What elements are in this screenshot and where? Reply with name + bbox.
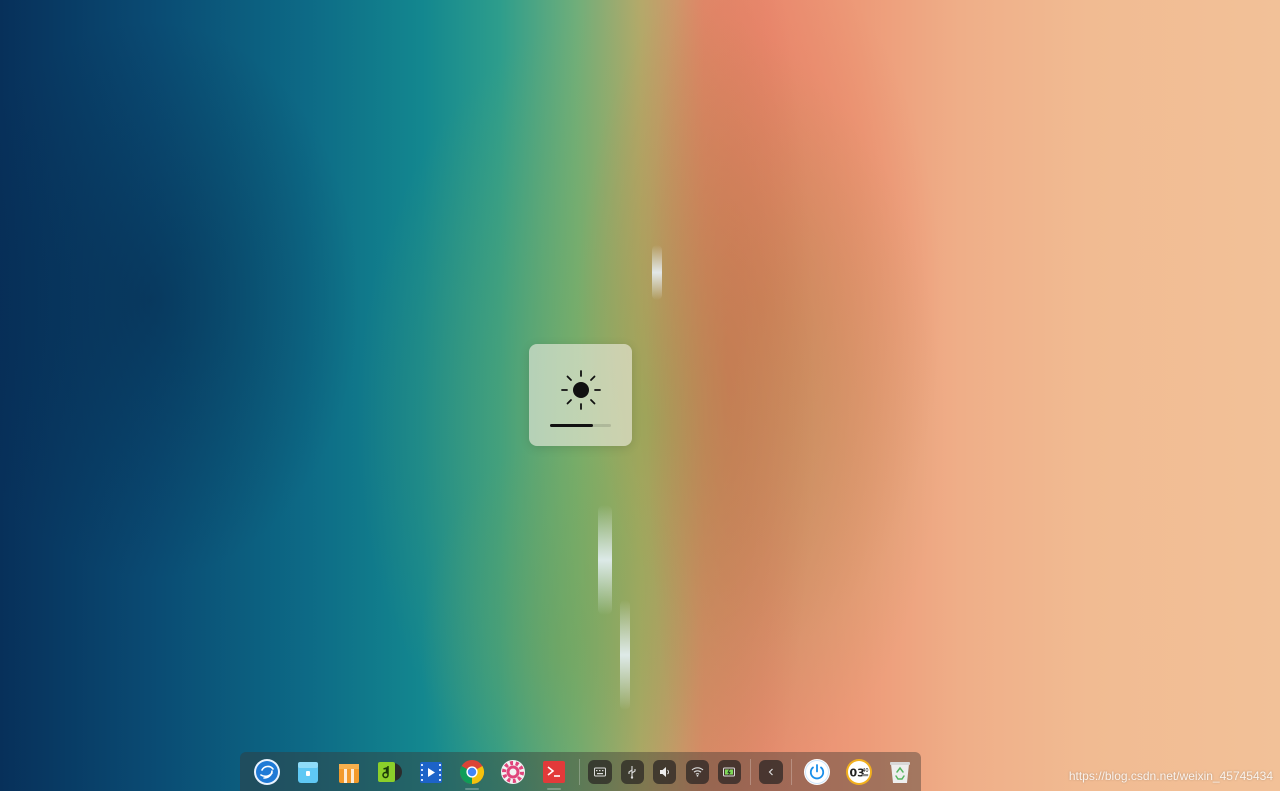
chevron-left-icon [768, 768, 773, 775]
wifi-icon [691, 767, 704, 777]
battery-icon [723, 767, 736, 776]
chrome-button[interactable] [452, 752, 493, 791]
tray-expand-button[interactable] [759, 759, 783, 784]
watermark-text: https://blog.csdn.net/weixin_45745434 [1068, 769, 1273, 783]
clock-icon: 03 40 [845, 758, 872, 785]
settings-icon [499, 758, 527, 786]
keyboard-icon [594, 767, 607, 776]
volume-tray-button[interactable] [653, 759, 677, 784]
terminal-icon [540, 758, 568, 786]
wallpaper [0, 0, 1280, 791]
app-store-button[interactable] [328, 752, 369, 791]
clock-widget[interactable]: 03 40 [838, 752, 880, 791]
wave-foam [652, 245, 662, 300]
usb-icon [628, 765, 637, 779]
power-button[interactable] [796, 752, 838, 791]
sun-icon [561, 370, 601, 410]
running-indicator [547, 788, 562, 790]
keyboard-tray-button[interactable] [588, 759, 612, 784]
music-button[interactable] [369, 752, 410, 791]
trash-button[interactable] [879, 752, 921, 791]
brightness-level-track [550, 424, 611, 427]
brightness-level-fill [550, 424, 593, 427]
music-icon [376, 758, 404, 786]
dock-separator [791, 758, 793, 785]
usb-tray-button[interactable] [620, 759, 645, 784]
deepin-launcher-icon [253, 758, 281, 786]
volume-icon [659, 766, 669, 777]
brightness-osd [529, 344, 632, 446]
file-manager-button[interactable] [287, 752, 328, 791]
power-icon [804, 758, 831, 785]
app-store-icon [335, 758, 363, 786]
wave-foam [620, 600, 630, 710]
dock: 03 40 [240, 752, 921, 791]
trash-icon [890, 761, 911, 783]
dock-separator [578, 758, 580, 785]
wifi-tray-button[interactable] [685, 759, 709, 784]
settings-button[interactable] [493, 752, 534, 791]
running-indicator [465, 788, 480, 790]
wave-foam [598, 505, 612, 615]
terminal-button[interactable] [534, 752, 575, 791]
launcher-button[interactable] [246, 752, 287, 791]
svg-text:40: 40 [862, 768, 868, 774]
dock-separator [749, 758, 751, 785]
chrome-icon [458, 758, 486, 786]
movie-icon [417, 758, 445, 786]
battery-tray-button[interactable] [718, 759, 742, 784]
file-manager-icon [294, 758, 322, 786]
movie-button[interactable] [410, 752, 451, 791]
